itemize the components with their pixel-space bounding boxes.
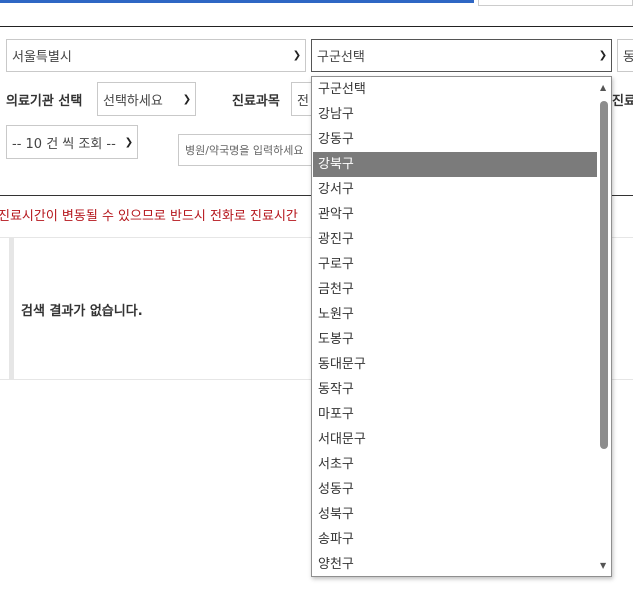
district-option[interactable]: 성동구	[313, 477, 602, 502]
district-option[interactable]: 도봉구	[313, 327, 602, 352]
department-label: 진료과목	[232, 94, 280, 109]
institution-label: 의료기관 선택	[6, 94, 83, 109]
district-option[interactable]: 강동구	[313, 127, 602, 152]
top-right-panel	[478, 0, 633, 6]
institution-select-value: 선택하세요	[103, 93, 163, 109]
dong-select-value: 동	[623, 46, 633, 65]
district-option[interactable]: 서초구	[313, 452, 602, 477]
top-divider	[0, 26, 633, 27]
page-size-select[interactable]: -- 10 건 씩 조회 -- ❯	[6, 125, 138, 159]
district-select[interactable]: 구군선택 ❯	[311, 39, 612, 72]
empty-results-message: 검색 결과가 없습니다.	[21, 304, 143, 319]
city-select-value: 서울특별시	[12, 50, 72, 65]
triangle-up-icon[interactable]: ▲	[600, 83, 606, 92]
scrollbar-thumb[interactable]	[600, 101, 608, 449]
page-size-select-value: -- 10 건 씩 조회 --	[12, 136, 116, 152]
district-option[interactable]: 구군선택	[313, 77, 602, 102]
district-option[interactable]: 성북구	[313, 502, 602, 527]
district-option[interactable]: 광진구	[313, 227, 602, 252]
district-option[interactable]: 동작구	[313, 377, 602, 402]
chevron-down-icon: ❯	[182, 93, 192, 105]
district-option[interactable]: 서대문구	[313, 427, 602, 452]
district-option[interactable]: 양천구	[313, 552, 602, 577]
district-option[interactable]: 강북구	[313, 152, 602, 177]
district-option[interactable]: 송파구	[313, 527, 602, 552]
city-select[interactable]: 서울특별시 ❯	[6, 39, 306, 72]
district-dropdown-list[interactable]: 구군선택 강남구 강동구 강북구 강서구 관악구 광진구 구로구 금천구 노원구 도봉구 동대문구 동작…	[311, 76, 612, 577]
search-input[interactable]: 병원/약국명을 입력하세요	[178, 134, 318, 166]
top-accent-bar	[0, 0, 474, 3]
institution-select[interactable]: 선택하세요 ❯	[97, 82, 196, 116]
notice-text: 진료시간이 변동될 수 있으므로 반드시 전화로 진료시간	[0, 209, 298, 224]
district-option[interactable]: 강남구	[313, 102, 602, 127]
chevron-down-icon: ❯	[292, 50, 302, 61]
chevron-down-icon: ❯	[598, 50, 608, 61]
district-select-value: 구군선택	[317, 50, 365, 65]
district-option[interactable]: 강서구	[313, 177, 602, 202]
district-option[interactable]: 동대문구	[313, 352, 602, 377]
dong-select[interactable]: 동	[617, 39, 633, 72]
district-option[interactable]: 구로구	[313, 252, 602, 277]
results-left-bar	[9, 238, 14, 379]
district-option[interactable]: 노원구	[313, 302, 602, 327]
dropdown-scrollbar[interactable]: ▲ ▼	[597, 77, 611, 576]
chevron-down-icon: ❯	[124, 136, 134, 148]
triangle-down-icon[interactable]: ▼	[600, 561, 606, 570]
search-placeholder: 병원/약국명을 입력하세요	[185, 144, 304, 157]
district-option[interactable]: 관악구	[313, 202, 602, 227]
department-label-right: 진료	[612, 94, 633, 109]
district-option[interactable]: 금천구	[313, 277, 602, 302]
district-option[interactable]: 마포구	[313, 402, 602, 427]
